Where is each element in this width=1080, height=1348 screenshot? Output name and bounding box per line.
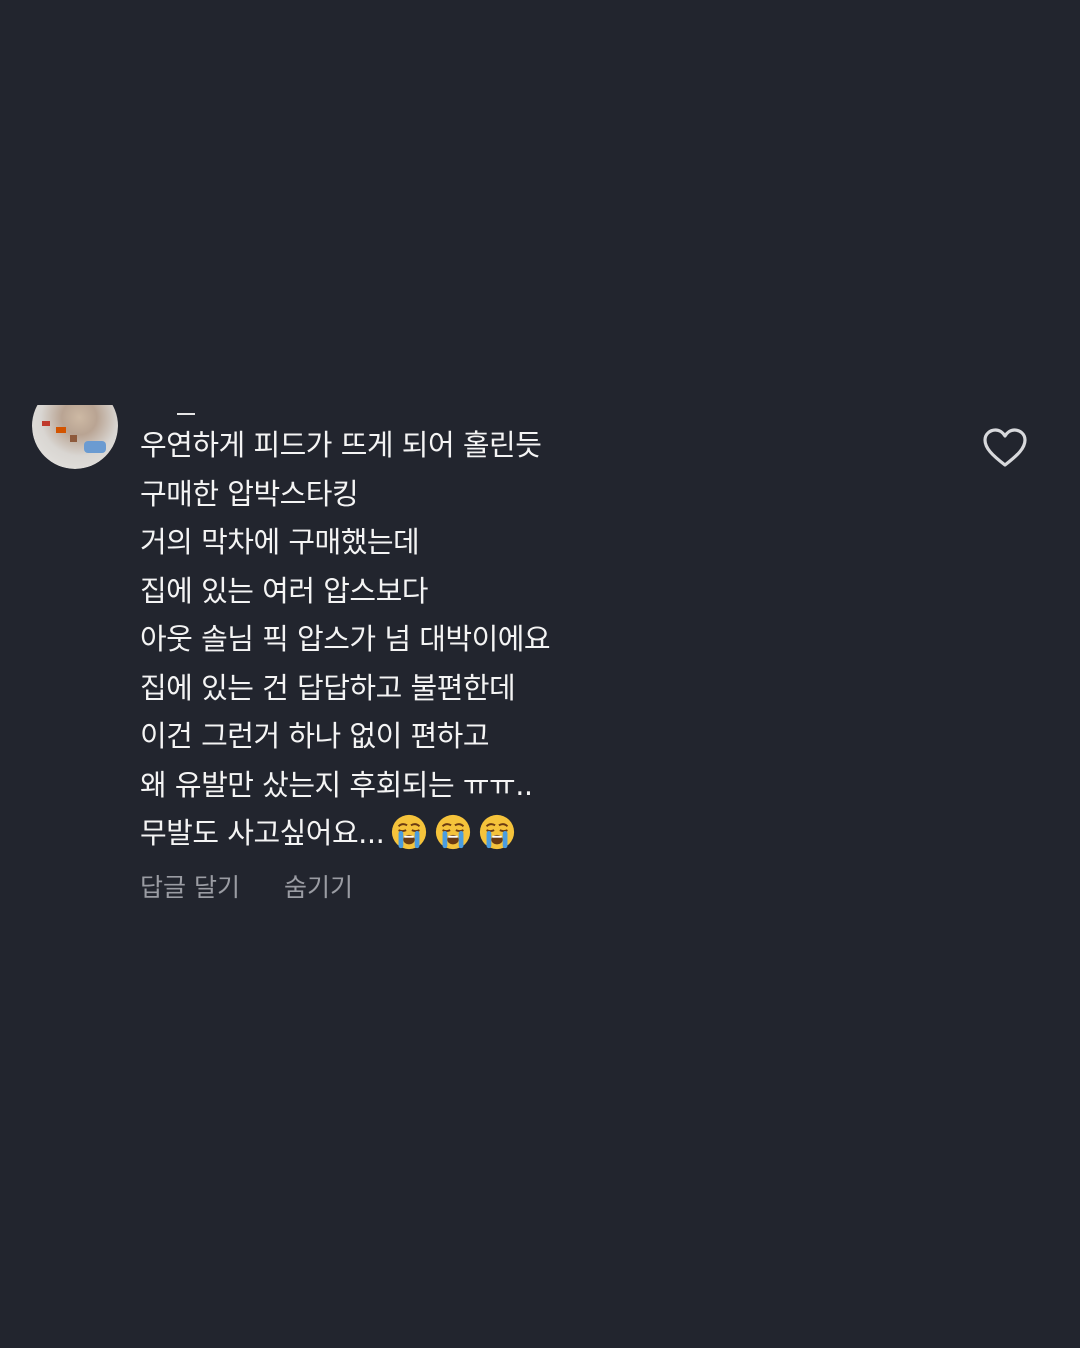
comment-actions: 답글 달기 숨기기 xyxy=(140,868,353,904)
comment-last-line: 무발도 사고싶어요... xyxy=(140,809,920,858)
comment-line: 거의 막차에 구매했는데 xyxy=(140,525,420,559)
loudly-crying-face-icon xyxy=(480,814,515,850)
comment-line: 아웃 솔님 픽 압스가 넘 대박이에요 xyxy=(140,622,551,656)
avatar[interactable] xyxy=(32,405,118,469)
comment-line: 이건 그런거 하나 없이 편하고 xyxy=(140,719,490,753)
loudly-crying-face-icon xyxy=(392,814,427,850)
comment-line: 집에 있는 여러 압스보다 xyxy=(140,573,428,608)
avatar-image xyxy=(32,405,118,469)
heart-outline-icon[interactable] xyxy=(982,427,1028,469)
comment-line: 무발도 사고싶어요... xyxy=(140,816,385,850)
comment-text: 우연하게 피드가 뜨게 되어 홀린듯 구매한 압박스타킹 거의 막차에 구매했는… xyxy=(140,421,920,858)
loudly-crying-face-icon xyxy=(436,814,471,850)
comment-line: 구매한 압박스타킹 xyxy=(140,476,359,511)
reply-button[interactable]: 답글 달기 xyxy=(140,868,240,904)
comment-line: 집에 있는 건 답답하고 불편한데 xyxy=(140,670,516,705)
hide-button[interactable]: 숨기기 xyxy=(284,868,353,904)
username-fragment xyxy=(177,413,195,415)
comment-line: 우연하게 피드가 뜨게 되어 홀린듯 xyxy=(140,428,542,462)
comment-item: 우연하게 피드가 뜨게 되어 홀린듯 구매한 압박스타킹 거의 막차에 구매했는… xyxy=(0,405,1080,925)
comment-line: 왜 유발만 샀는지 후회되는 ㅠㅠ.. xyxy=(140,767,533,802)
